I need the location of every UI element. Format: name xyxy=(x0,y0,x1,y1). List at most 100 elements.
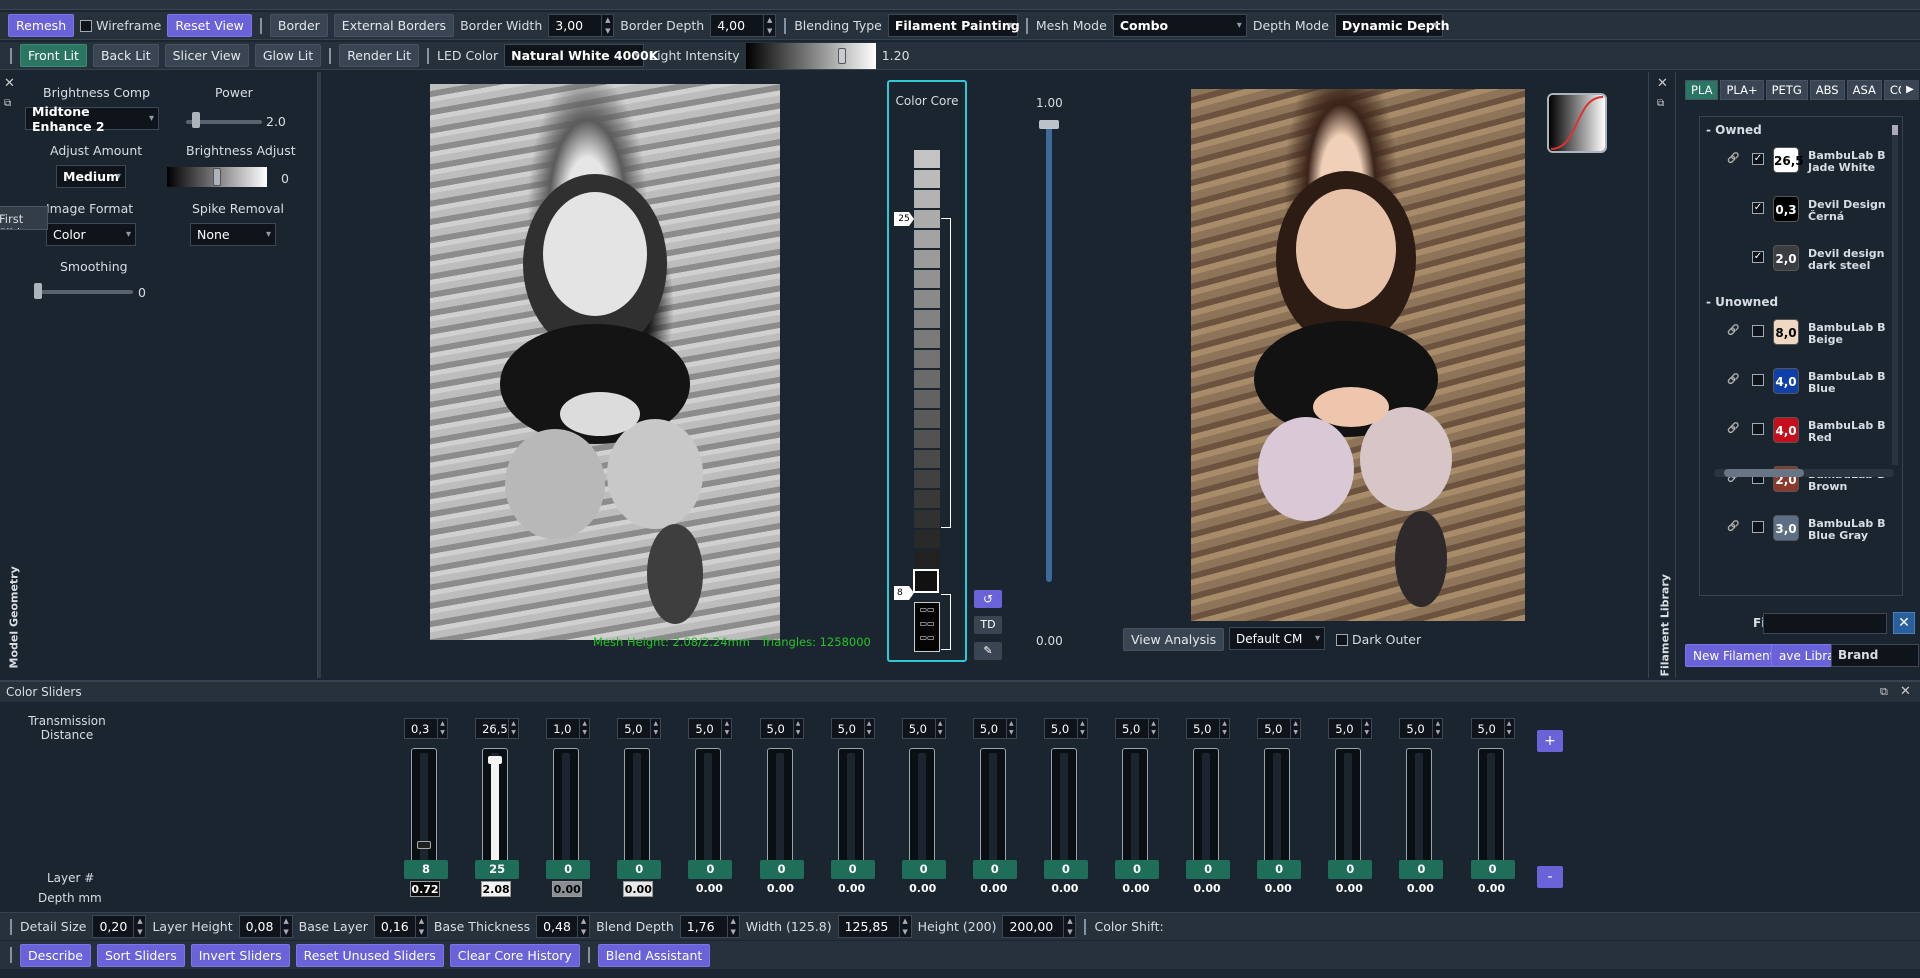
clear-core-history-button[interactable]: Clear Core History xyxy=(449,943,580,967)
close-icon[interactable]: ✕ xyxy=(1657,76,1668,91)
owned-checkbox[interactable]: ✓ xyxy=(1752,202,1764,214)
slicer-view-button[interactable]: Slicer View xyxy=(164,44,249,67)
core-cell[interactable] xyxy=(914,430,940,448)
core-cell[interactable] xyxy=(914,330,940,348)
transmission-spinbox[interactable]: 5,0 ▲ ▼ xyxy=(901,718,946,739)
float-icon[interactable]: ⧉ xyxy=(1657,98,1664,109)
vertical-scale-track[interactable] xyxy=(1046,120,1052,582)
invert-sliders-button[interactable]: Invert Sliders xyxy=(190,943,290,967)
brand-field[interactable]: Brand xyxy=(1831,644,1919,667)
horizontal-scrollbar[interactable] xyxy=(1714,469,1894,477)
slider-handle[interactable] xyxy=(192,112,200,128)
spin-arrows-icon[interactable]: ▲ ▼ xyxy=(792,719,803,738)
float-icon[interactable]: ⧉ xyxy=(4,98,11,109)
core-cell[interactable] xyxy=(914,230,940,248)
spin-arrows-icon[interactable]: ▲ ▼ xyxy=(437,719,447,738)
vertical-slider[interactable] xyxy=(624,748,651,874)
core-bottom-marker[interactable]: 8 xyxy=(894,586,914,600)
transmission-spinbox[interactable]: 5,0 ▲ ▼ xyxy=(1399,718,1444,739)
tab-petg[interactable]: PETG xyxy=(1765,80,1808,100)
core-cell[interactable] xyxy=(914,390,940,408)
vertical-slider[interactable] xyxy=(766,748,793,874)
cm-dropdown[interactable]: Default CM xyxy=(1229,627,1325,650)
vertical-slider[interactable] xyxy=(553,748,580,874)
transmission-spinbox[interactable]: 5,0 ▲ ▼ xyxy=(1115,718,1159,739)
td-button[interactable]: TD xyxy=(974,616,1002,634)
spin-arrows-icon[interactable]: ▲ ▼ xyxy=(508,719,518,738)
clear-filter-icon[interactable]: ✕ xyxy=(1893,612,1915,634)
reset-view-button[interactable]: Reset View xyxy=(167,14,252,37)
spin-arrows-icon[interactable]: ▲ ▼ xyxy=(279,916,292,937)
spin-arrows-icon[interactable]: ▲ ▼ xyxy=(1219,719,1229,738)
spin-arrows-icon[interactable]: ▲ ▼ xyxy=(133,916,145,937)
filament-row[interactable]: 🔗 4,0 BambuLab B Blue xyxy=(1700,368,1900,412)
vertical-slider[interactable] xyxy=(482,748,509,874)
spin-arrows-icon[interactable]: ▲ ▼ xyxy=(414,916,427,937)
transmission-spinbox[interactable]: 5,0 ▲ ▼ xyxy=(972,718,1017,739)
core-cell[interactable] xyxy=(914,490,940,508)
tab-abs[interactable]: ABS xyxy=(1809,80,1845,100)
core-cell[interactable] xyxy=(914,550,940,568)
core-cell[interactable] xyxy=(914,290,940,308)
spin-arrows-icon[interactable]: ▲ ▼ xyxy=(863,719,874,738)
tabs-scroll-right[interactable]: ▶ xyxy=(1901,80,1919,100)
link-icon[interactable]: 🔗 xyxy=(1727,521,1739,532)
filter-field[interactable] xyxy=(1763,613,1887,634)
vertical-slider[interactable] xyxy=(837,748,864,874)
link-icon[interactable]: 🔗 xyxy=(1727,423,1739,434)
owned-checkbox[interactable] xyxy=(1752,423,1764,435)
core-cell[interactable] xyxy=(914,310,940,328)
slider-handle[interactable] xyxy=(34,283,42,299)
transmission-spinbox[interactable]: 5,0 ▲ ▼ xyxy=(1186,718,1231,739)
filament-row[interactable]: 🔗 4,0 BambuLab B Red xyxy=(1700,417,1900,461)
transmission-spinbox[interactable]: 0,3 ▲ ▼ xyxy=(404,718,448,739)
detail-size-spinbox[interactable]: 0,20 ▲ ▼ xyxy=(92,915,147,938)
spin-arrows-icon[interactable]: ▲ ▼ xyxy=(1432,719,1442,738)
blending-type-dropdown[interactable]: Filament Painting xyxy=(887,14,1020,37)
vertical-slider[interactable] xyxy=(1122,748,1148,874)
owned-checkbox[interactable] xyxy=(1752,521,1764,533)
spin-arrows-icon[interactable]: ▲ ▼ xyxy=(898,916,911,937)
wireframe-toggle[interactable]: Wireframe xyxy=(80,18,161,33)
dark-outer-checkbox[interactable] xyxy=(1336,633,1348,646)
spin-arrows-icon[interactable]: ▲ ▼ xyxy=(650,719,660,738)
spin-arrows-icon[interactable]: ▲ ▼ xyxy=(1148,719,1158,738)
render-lit-button[interactable]: Render Lit xyxy=(339,44,419,67)
core-cell[interactable] xyxy=(914,170,940,188)
transmission-spinbox[interactable]: 26,5 ▲ ▼ xyxy=(475,718,520,739)
core-cell[interactable] xyxy=(914,470,940,488)
describe-button[interactable]: Describe xyxy=(20,943,91,967)
transmission-spinbox[interactable]: 5,0 ▲ ▼ xyxy=(1257,718,1302,739)
float-icon[interactable]: ⧉ xyxy=(1880,685,1888,699)
transmission-spinbox[interactable]: 5,0 ▲ ▼ xyxy=(688,718,733,739)
spin-arrows-icon[interactable]: ▲ ▼ xyxy=(1005,719,1016,738)
core-cell[interactable] xyxy=(914,510,940,528)
spike-removal-dropdown[interactable]: None xyxy=(190,223,276,246)
view-analysis-button[interactable]: View Analysis xyxy=(1123,628,1225,651)
vertical-scrollbar[interactable] xyxy=(1892,125,1898,465)
external-borders-button[interactable]: External Borders xyxy=(333,14,455,37)
slider-handle[interactable] xyxy=(213,168,221,186)
core-cell[interactable] xyxy=(914,450,940,468)
core-cell[interactable] xyxy=(914,150,940,168)
spin-arrows-icon[interactable]: ▲ ▼ xyxy=(601,15,613,36)
link-icon[interactable]: 🔗 xyxy=(1727,325,1739,336)
vertical-slider[interactable] xyxy=(411,748,437,874)
core-selected-cell[interactable] xyxy=(913,569,939,593)
core-cell[interactable] xyxy=(914,370,940,388)
new-filament-button[interactable]: New Filament xyxy=(1685,644,1783,667)
blend-depth-spinbox[interactable]: 1,76 ▲ ▼ xyxy=(679,915,740,938)
vertical-slider[interactable] xyxy=(695,748,722,874)
spin-arrows-icon[interactable]: ▲ ▼ xyxy=(934,719,945,738)
vertical-slider[interactable] xyxy=(908,748,935,874)
reset-unused-sliders-button[interactable]: Reset Unused Sliders xyxy=(295,943,444,967)
core-cell[interactable] xyxy=(914,210,940,228)
sort-sliders-button[interactable]: Sort Sliders xyxy=(96,943,185,967)
remove-slider-button[interactable]: - xyxy=(1537,866,1563,888)
height-spinbox[interactable]: 200,00 ▲ ▼ xyxy=(1002,915,1077,938)
base-thickness-spinbox[interactable]: 0,48 ▲ ▼ xyxy=(536,915,591,938)
slider-handle[interactable] xyxy=(417,841,431,849)
mesh-mode-dropdown[interactable]: Combo xyxy=(1112,14,1247,37)
tab-pla[interactable]: PLA xyxy=(1685,80,1719,100)
core-cell[interactable] xyxy=(914,530,940,548)
